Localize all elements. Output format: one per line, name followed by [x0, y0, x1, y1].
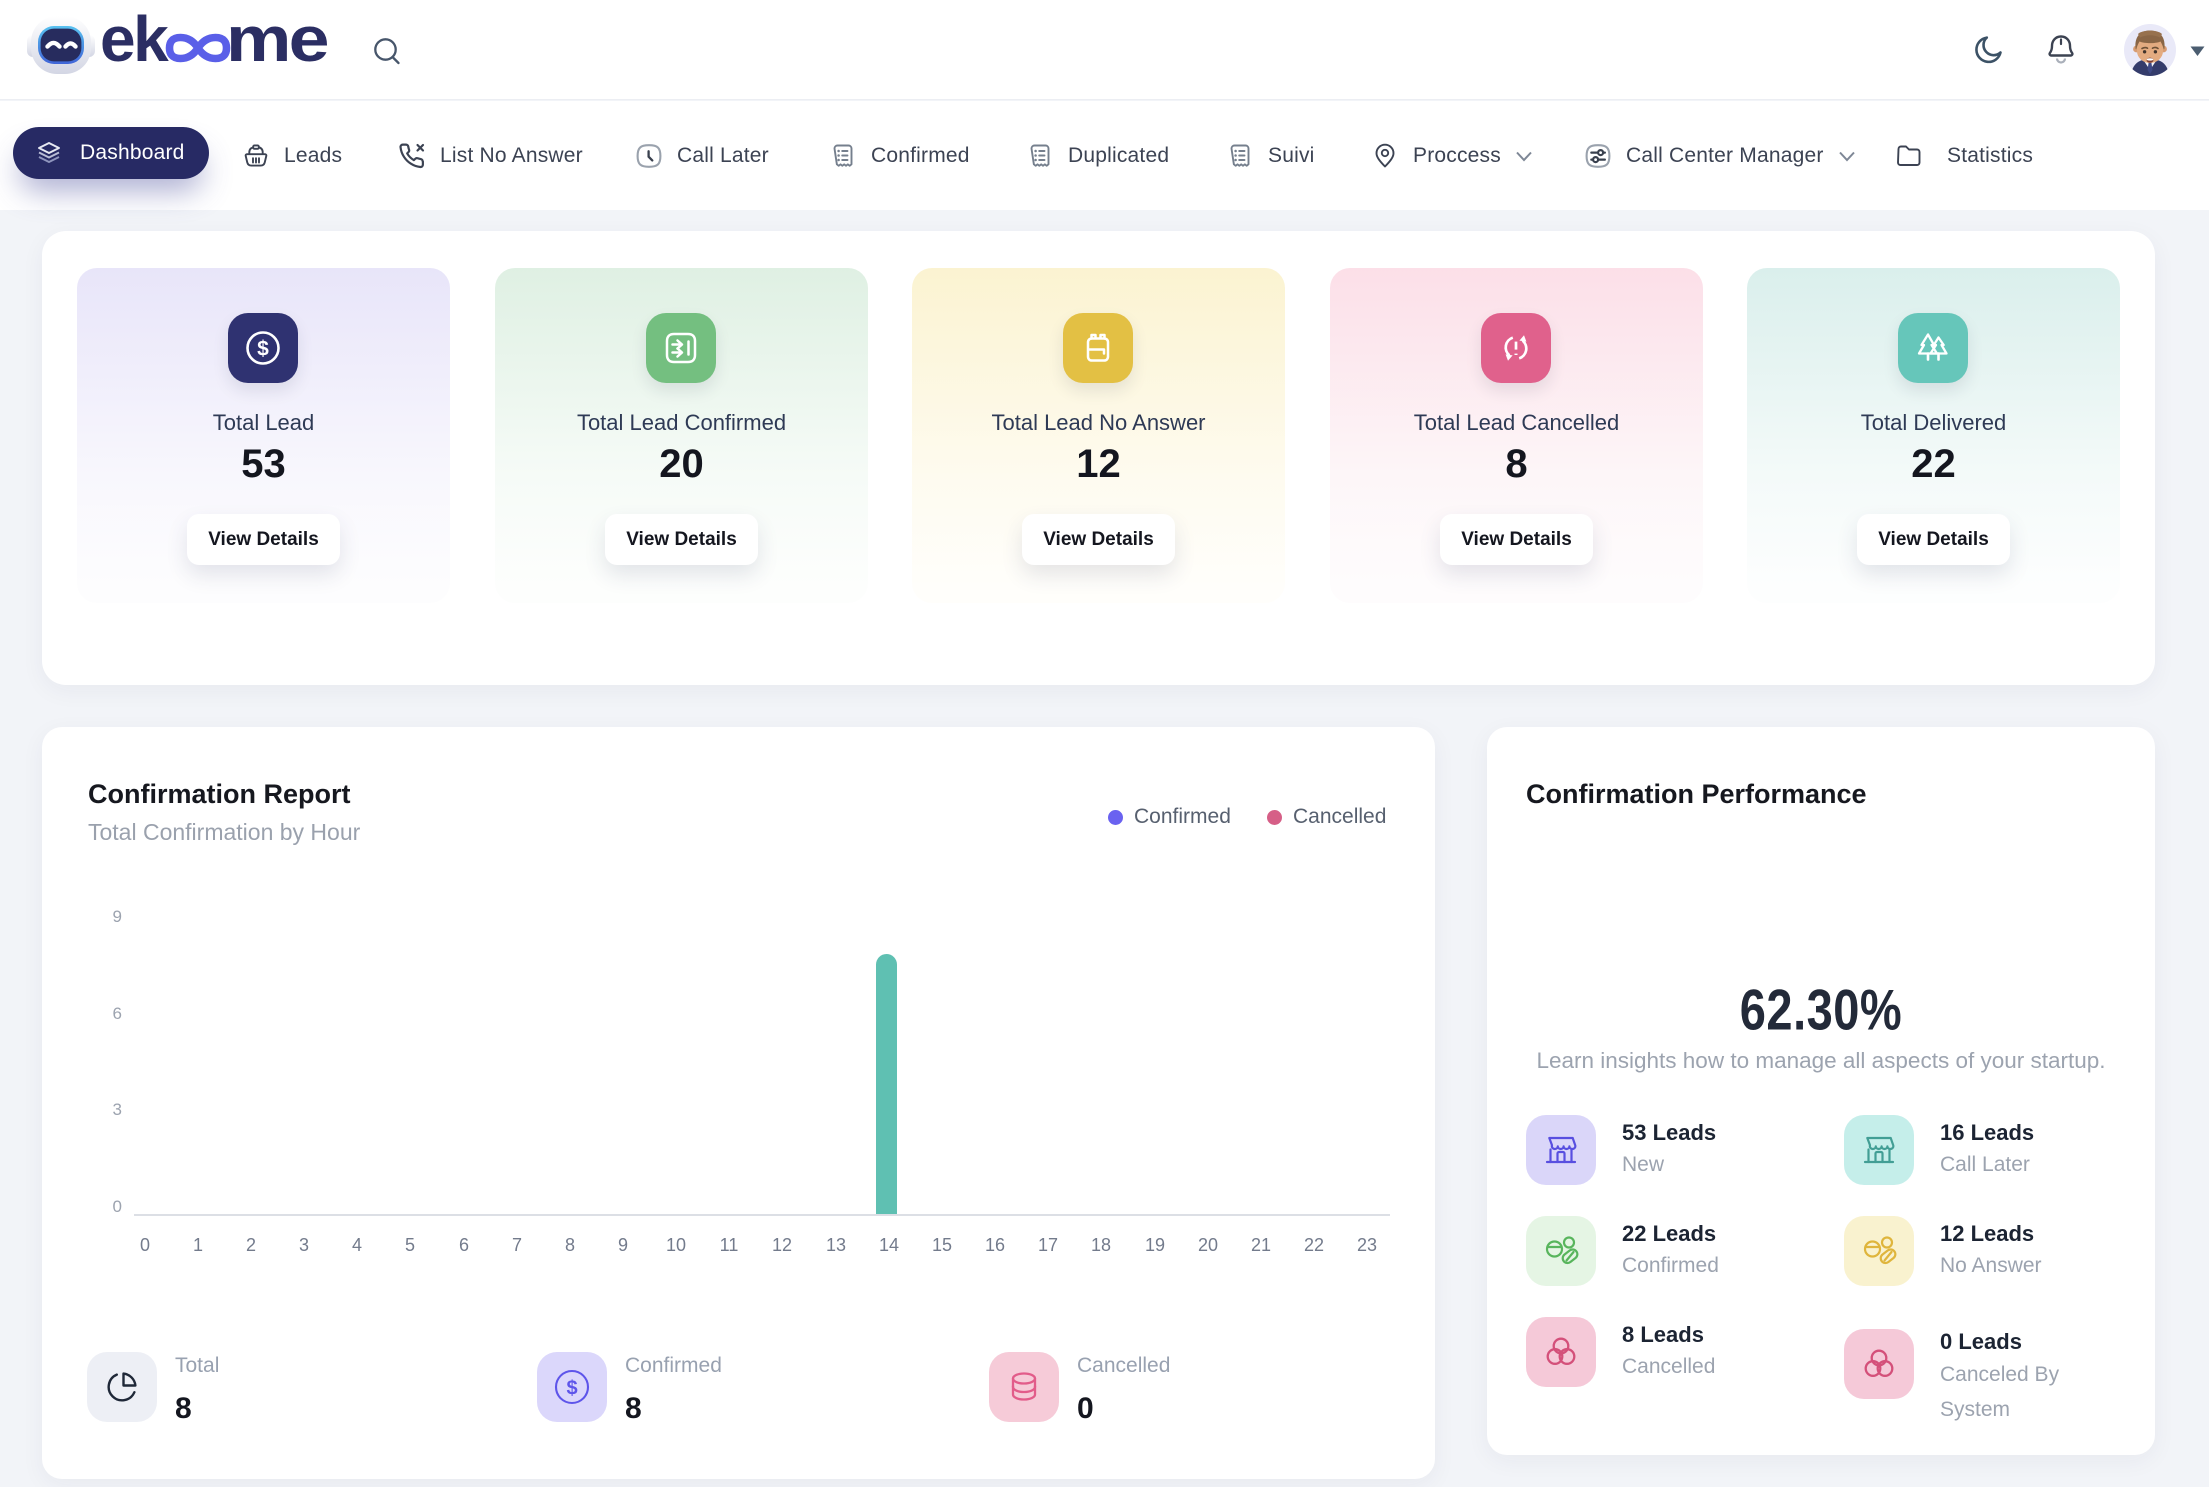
svg-text:$: $ — [257, 338, 269, 361]
svg-text:$: $ — [566, 1378, 577, 1400]
